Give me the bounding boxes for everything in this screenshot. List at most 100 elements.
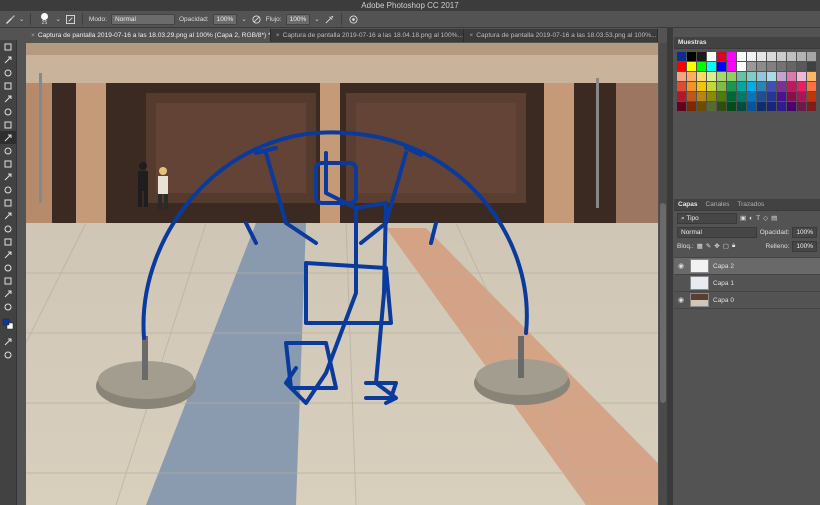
- color-swatch[interactable]: [767, 72, 776, 81]
- color-swatch[interactable]: [697, 92, 706, 101]
- color-swatch[interactable]: [757, 82, 766, 91]
- fill-field[interactable]: 100%: [792, 240, 817, 252]
- color-swatch[interactable]: [737, 52, 746, 61]
- layer-filter-select[interactable]: ⌕ Tipo: [677, 212, 737, 224]
- quick-mask-icon[interactable]: [0, 335, 16, 348]
- color-swatch[interactable]: [747, 92, 756, 101]
- color-swatch[interactable]: [727, 82, 736, 91]
- color-swatch[interactable]: [707, 102, 716, 111]
- opacity-field[interactable]: 100%: [212, 13, 238, 25]
- color-swatch[interactable]: [767, 62, 776, 71]
- document-canvas[interactable]: [26, 43, 658, 505]
- color-swatch[interactable]: [717, 82, 726, 91]
- color-swatch[interactable]: [747, 52, 756, 61]
- color-swatch[interactable]: [677, 52, 686, 61]
- color-swatch[interactable]: [787, 72, 796, 81]
- color-swatch[interactable]: [807, 102, 816, 111]
- color-swatch[interactable]: [797, 92, 806, 101]
- brush-tool-icon[interactable]: [0, 131, 16, 144]
- color-swatch[interactable]: [707, 72, 716, 81]
- color-swatch[interactable]: [777, 52, 786, 61]
- color-swatch[interactable]: [747, 102, 756, 111]
- pressure-opacity-icon[interactable]: [251, 14, 262, 25]
- color-swatch[interactable]: [777, 82, 786, 91]
- color-swatch[interactable]: [757, 52, 766, 61]
- lock-transparent-icon[interactable]: ▦: [697, 242, 703, 250]
- eye-icon[interactable]: ◉: [674, 262, 688, 270]
- color-swatch[interactable]: [767, 82, 776, 91]
- color-swatch[interactable]: [807, 92, 816, 101]
- marquee-tool-icon[interactable]: [0, 53, 16, 66]
- color-swatch[interactable]: [707, 82, 716, 91]
- color-swatch[interactable]: [797, 102, 806, 111]
- color-swatch[interactable]: [787, 102, 796, 111]
- color-swatch[interactable]: [677, 102, 686, 111]
- color-swatch[interactable]: [687, 52, 696, 61]
- more-tools-icon[interactable]: [0, 300, 16, 313]
- color-swatch[interactable]: [677, 92, 686, 101]
- healing-tool-icon[interactable]: [0, 118, 16, 131]
- filter-pixel-icon[interactable]: ▣: [740, 214, 746, 222]
- color-swatch[interactable]: [687, 82, 696, 91]
- color-swatch[interactable]: [687, 62, 696, 71]
- chevron-down-icon[interactable]: ⌄: [241, 15, 246, 23]
- color-swatch[interactable]: [757, 92, 766, 101]
- color-swatch[interactable]: [807, 72, 816, 81]
- color-swatch[interactable]: [797, 62, 806, 71]
- lasso-tool-icon[interactable]: [0, 66, 16, 79]
- tab-layers[interactable]: Capas: [678, 201, 698, 208]
- color-swatch[interactable]: [717, 52, 726, 61]
- color-swatch[interactable]: [767, 102, 776, 111]
- mode-select[interactable]: Normal: [110, 13, 175, 25]
- color-swatch[interactable]: [717, 72, 726, 81]
- history-brush-tool-icon[interactable]: [0, 157, 16, 170]
- lock-paint-icon[interactable]: ✎: [706, 242, 711, 250]
- brush-tool-icon[interactable]: [4, 14, 15, 25]
- dodge-tool-icon[interactable]: [0, 209, 16, 222]
- color-swatch[interactable]: [777, 62, 786, 71]
- color-swatch[interactable]: [687, 92, 696, 101]
- color-swatch[interactable]: [707, 62, 716, 71]
- color-swatch[interactable]: [787, 92, 796, 101]
- document-tab-3[interactable]: × Captura de pantalla 2019-07-16 a las 18…: [464, 29, 658, 42]
- chevron-down-icon[interactable]: ⌄: [19, 15, 24, 23]
- eraser-tool-icon[interactable]: [0, 170, 16, 183]
- pressure-size-icon[interactable]: [348, 14, 359, 25]
- color-swatch[interactable]: [757, 102, 766, 111]
- hand-tool-icon[interactable]: [0, 274, 16, 287]
- color-swatch[interactable]: [737, 82, 746, 91]
- chevron-down-icon[interactable]: ⌄: [55, 15, 60, 23]
- scrollbar-thumb[interactable]: [660, 203, 666, 403]
- blend-mode-select[interactable]: Normal: [677, 226, 757, 238]
- color-swatch[interactable]: [727, 62, 736, 71]
- color-swatches-icon[interactable]: [0, 313, 16, 335]
- quick-select-tool-icon[interactable]: [0, 79, 16, 92]
- zoom-tool-icon[interactable]: [0, 287, 16, 300]
- close-icon[interactable]: ×: [276, 32, 280, 39]
- color-swatch[interactable]: [787, 52, 796, 61]
- color-swatch[interactable]: [727, 52, 736, 61]
- document-tab-1[interactable]: × Captura de pantalla 2019-07-16 a las 18…: [26, 29, 271, 42]
- color-swatch[interactable]: [777, 72, 786, 81]
- airbrush-icon[interactable]: [324, 14, 335, 25]
- blur-tool-icon[interactable]: [0, 196, 16, 209]
- filter-adjust-icon[interactable]: ◐: [749, 215, 753, 222]
- color-swatch[interactable]: [737, 62, 746, 71]
- color-swatch[interactable]: [757, 62, 766, 71]
- eyedropper-tool-icon[interactable]: [0, 105, 16, 118]
- document-tab-2[interactable]: × Captura de pantalla 2019-07-16 a las 18…: [271, 29, 465, 42]
- color-swatch[interactable]: [717, 102, 726, 111]
- color-swatch[interactable]: [707, 52, 716, 61]
- color-swatch[interactable]: [717, 92, 726, 101]
- color-swatch[interactable]: [697, 82, 706, 91]
- path-select-tool-icon[interactable]: [0, 248, 16, 261]
- color-swatch[interactable]: [727, 72, 736, 81]
- crop-tool-icon[interactable]: [0, 92, 16, 105]
- color-swatch[interactable]: [697, 72, 706, 81]
- layer-row-capa-1[interactable]: Capa 1: [674, 274, 820, 291]
- color-swatch[interactable]: [737, 92, 746, 101]
- swatches-title[interactable]: Muestras: [678, 39, 707, 46]
- color-swatch[interactable]: [807, 62, 816, 71]
- color-swatch[interactable]: [677, 82, 686, 91]
- filter-type-icon[interactable]: T: [756, 215, 760, 222]
